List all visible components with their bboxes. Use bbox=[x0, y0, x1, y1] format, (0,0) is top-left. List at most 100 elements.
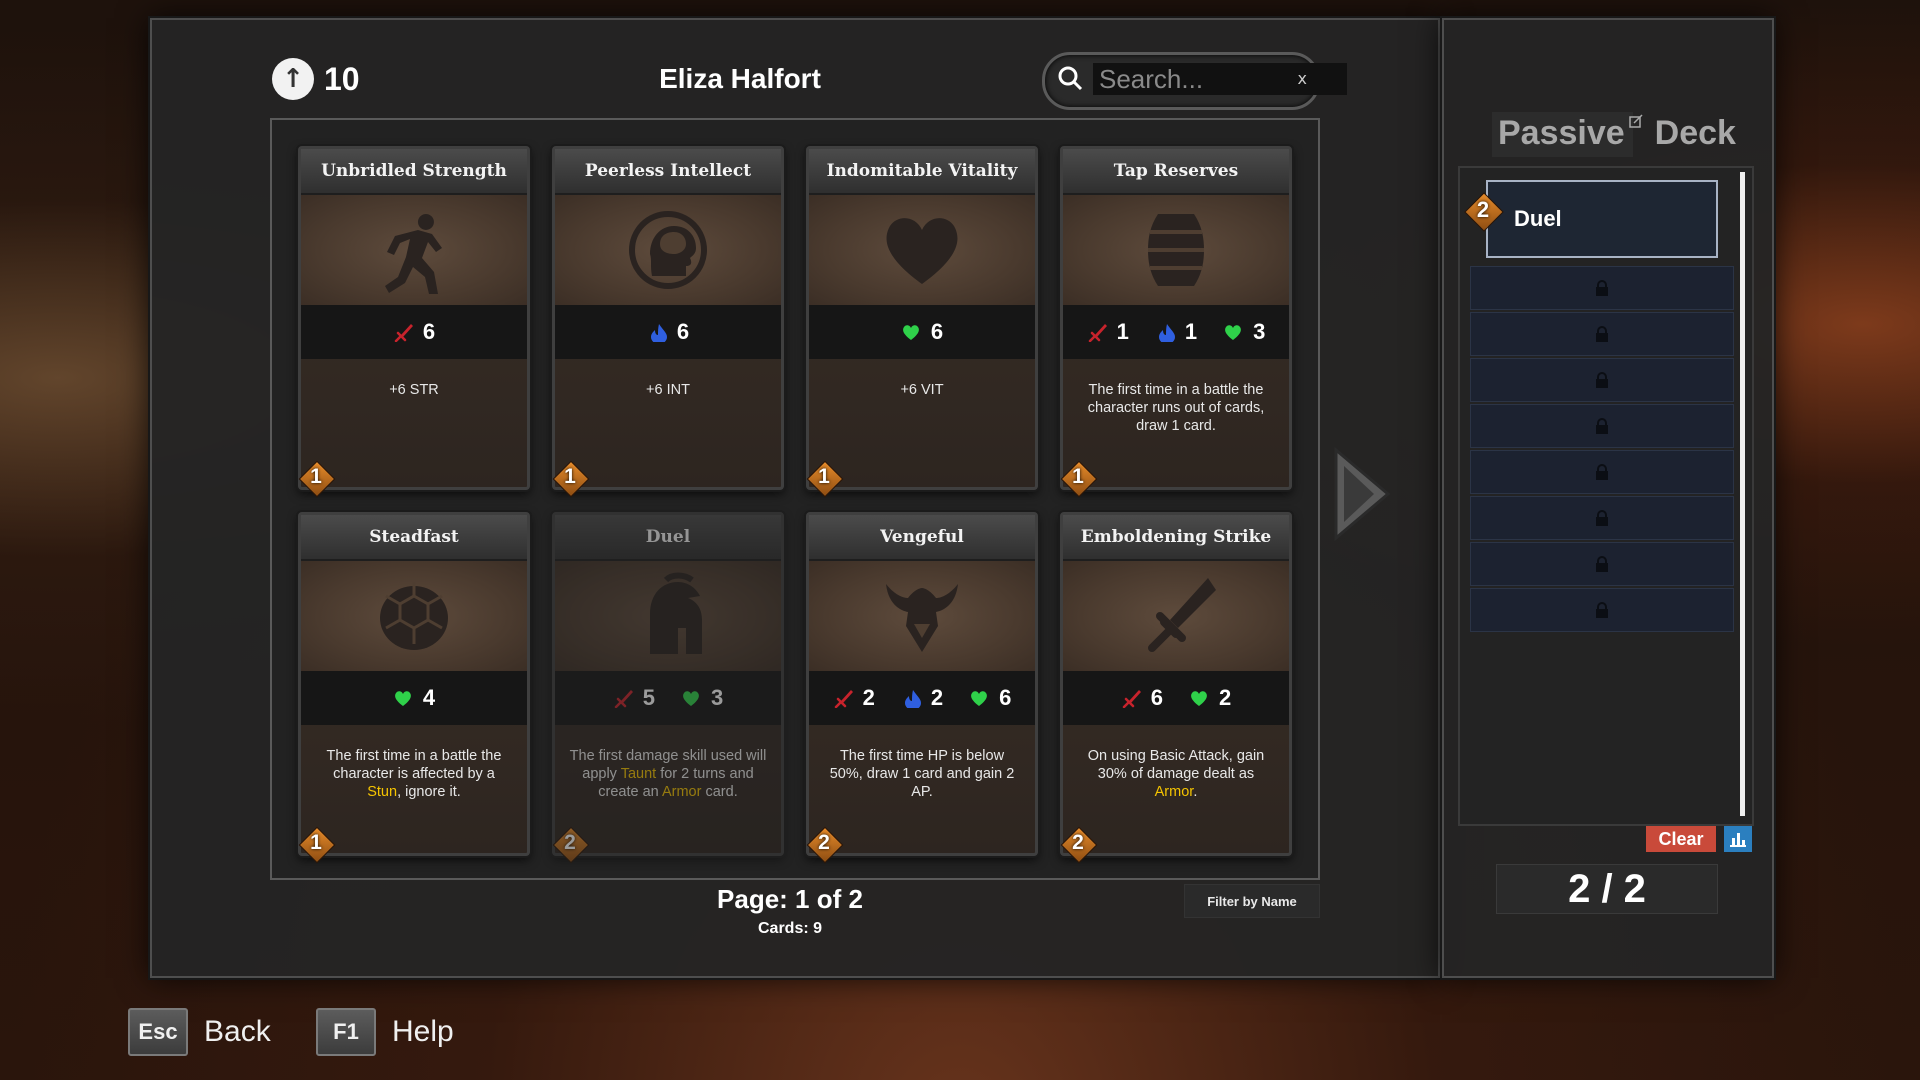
vitality-icon bbox=[902, 325, 919, 340]
ap-counter: ↑ 10 bbox=[272, 58, 360, 100]
card-stats: 6 bbox=[809, 305, 1035, 359]
tab-passive-label: Passive bbox=[1498, 114, 1625, 152]
vitality-icon bbox=[971, 691, 988, 706]
card-emboldening-strike[interactable]: Emboldening Strike 6 2 On using Basic Attac… bbox=[1060, 512, 1292, 864]
locked-slot bbox=[1470, 266, 1734, 310]
card-stats: 2 2 6 bbox=[809, 671, 1035, 725]
strength-icon bbox=[614, 690, 633, 708]
locked-slot bbox=[1470, 588, 1734, 632]
lock-icon bbox=[1596, 510, 1608, 526]
card-title: Unbridled Strength bbox=[301, 149, 527, 195]
next-page-arrow[interactable] bbox=[1330, 446, 1392, 542]
search-input[interactable] bbox=[1093, 63, 1347, 95]
card-stats: 6 bbox=[301, 305, 527, 359]
card-description: The first damage skill used will apply T… bbox=[569, 747, 767, 801]
stat-intellect: 2 bbox=[901, 685, 943, 711]
deck-entry-duel[interactable]: Duel bbox=[1486, 180, 1718, 258]
stat-vitality: 3 bbox=[1223, 319, 1265, 345]
description-text: card. bbox=[701, 784, 738, 800]
stat-strength: 5 bbox=[613, 685, 655, 711]
help-label: Help bbox=[392, 1015, 454, 1048]
card-title: Duel bbox=[555, 515, 781, 561]
card-art bbox=[1063, 561, 1289, 671]
card-indomitable-vitality[interactable]: Indomitable Vitality 6 +6 VIT 1 bbox=[806, 146, 1038, 498]
card-title: Indomitable Vitality bbox=[809, 149, 1035, 195]
locked-slot bbox=[1470, 450, 1734, 494]
bar-chart-icon bbox=[1730, 833, 1746, 847]
f1-key: F1 bbox=[316, 1008, 376, 1056]
card-art bbox=[301, 561, 527, 671]
search-box: x bbox=[1042, 52, 1347, 110]
lock-icon bbox=[1596, 602, 1608, 618]
lock-icon bbox=[1596, 418, 1608, 434]
stat-value: 6 bbox=[422, 319, 436, 344]
cost-value: 1 bbox=[310, 831, 322, 854]
running-figure-icon bbox=[385, 214, 442, 294]
card-art bbox=[301, 195, 527, 305]
card-tap-reserves[interactable]: Tap Reserves 1 1 3 The first time in a battl… bbox=[1060, 146, 1292, 498]
tab-passive[interactable]: Passive bbox=[1492, 112, 1643, 157]
turtle-shell-icon bbox=[380, 582, 448, 650]
description-text: , ignore it. bbox=[397, 784, 461, 800]
stat-value: 6 bbox=[999, 685, 1012, 710]
filter-by-name-button[interactable]: Filter by Name bbox=[1184, 884, 1320, 918]
card-description: The first time HP is below 50%, draw 1 c… bbox=[823, 747, 1021, 801]
back-hint[interactable]: Esc Back bbox=[128, 1008, 271, 1056]
card-unbridled-strength[interactable]: Unbridled Strength 6 +6 STR 1 bbox=[298, 146, 530, 498]
card-description: +6 INT bbox=[569, 381, 767, 399]
search-icon bbox=[1058, 66, 1083, 91]
stat-value: 6 bbox=[930, 319, 944, 344]
card-cost: 1 bbox=[1060, 460, 1098, 498]
tab-deck[interactable]: Deck bbox=[1651, 112, 1740, 155]
clear-button[interactable]: Clear bbox=[1646, 826, 1716, 852]
help-hint[interactable]: F1 Help bbox=[316, 1008, 454, 1056]
card-duel[interactable]: Duel 5 3 The first damage skill used will a… bbox=[552, 512, 784, 864]
cost-value: 1 bbox=[1072, 465, 1084, 488]
strength-icon bbox=[394, 324, 413, 342]
stat-value: 2 bbox=[930, 685, 944, 710]
cost-value: 2 bbox=[1072, 831, 1084, 854]
card-cost: 1 bbox=[298, 460, 336, 498]
description-text: +6 STR bbox=[389, 382, 439, 398]
stat-value: 3 bbox=[1253, 319, 1266, 344]
description-text: The first time in a battle the character… bbox=[1087, 382, 1265, 434]
intellect-icon bbox=[1158, 324, 1175, 342]
card-stats: 1 1 3 bbox=[1063, 305, 1289, 359]
lock-icon bbox=[1596, 556, 1608, 572]
keyword: Taunt bbox=[620, 766, 657, 782]
card-stats: 6 bbox=[555, 305, 781, 359]
card-peerless-intellect[interactable]: Peerless Intellect 6 +6 INT 1 bbox=[552, 146, 784, 498]
sword-icon bbox=[1148, 578, 1216, 652]
deck-scrollbar[interactable] bbox=[1740, 172, 1745, 816]
strength-icon bbox=[1122, 690, 1141, 708]
card-art bbox=[555, 195, 781, 305]
deck-tabs: Passive Deck bbox=[1492, 112, 1740, 157]
card-vengeful[interactable]: Vengeful 2 2 6 The first time HP is below 50… bbox=[806, 512, 1038, 864]
intellect-icon bbox=[650, 324, 667, 342]
horned-helmet-icon bbox=[886, 584, 958, 652]
cost-value: 2 bbox=[818, 831, 830, 854]
lock-icon bbox=[1596, 372, 1608, 388]
card-description: The first time in a battle the character… bbox=[315, 747, 513, 801]
ability-point-icon: ↑ bbox=[272, 58, 314, 100]
card-stats: 4 bbox=[301, 671, 527, 725]
vitality-icon bbox=[683, 691, 699, 706]
deck-list: Duel 2 bbox=[1458, 166, 1754, 826]
card-stats: 62 bbox=[1063, 671, 1289, 725]
locked-slot bbox=[1470, 358, 1734, 402]
intellect-icon bbox=[904, 690, 921, 708]
stat-value: 5 bbox=[642, 685, 655, 710]
keyword: Armor bbox=[661, 784, 702, 800]
description-text: The first time in a battle the character… bbox=[326, 748, 502, 782]
card-steadfast[interactable]: Steadfast 4 The first time in a battle the… bbox=[298, 512, 530, 864]
stat-value: 6 bbox=[1150, 685, 1163, 710]
esc-key: Esc bbox=[128, 1008, 188, 1056]
card-description: The first time in a battle the character… bbox=[1077, 381, 1275, 435]
cost-value: 1 bbox=[818, 465, 830, 488]
deck-stats-button[interactable] bbox=[1724, 826, 1752, 852]
card-art bbox=[555, 561, 781, 671]
description-text: The first time HP is below 50%, draw 1 c… bbox=[829, 748, 1015, 800]
search-clear-button[interactable]: x bbox=[1298, 69, 1307, 88]
back-label: Back bbox=[204, 1015, 271, 1048]
card-title: Steadfast bbox=[301, 515, 527, 561]
